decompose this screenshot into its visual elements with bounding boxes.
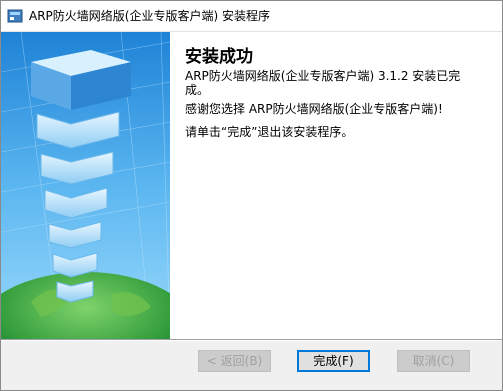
window-title: ARP防火墙网络版(企业专版客户端) 安装程序 [29, 9, 270, 23]
thanks-message: 感谢您选择 ARP防火墙网络版(企业专版客户端)! [185, 102, 443, 116]
installer-window: ARP防火墙网络版(企业专版客户端) 安装程序 安装成功 ARP防火墙网络版(企… [0, 0, 503, 391]
page-heading: 安装成功 [185, 47, 253, 67]
finish-button[interactable]: 完成(F) [297, 350, 370, 372]
installer-icon [7, 9, 23, 23]
completion-message-continued: 成。 [185, 83, 210, 97]
instruction-message: 请单击“完成”退出该安装程序。 [185, 125, 354, 139]
back-button[interactable]: < 返回(B) [198, 350, 271, 372]
completion-message: ARP防火墙网络版(企业专版客户端) 3.1.2 安装已完 [185, 69, 461, 83]
title-bar: ARP防火墙网络版(企业专版客户端) 安装程序 [1, 1, 502, 32]
wizard-content: 安装成功 ARP防火墙网络版(企业专版客户端) 3.1.2 安装已完 成。 感谢… [1, 32, 502, 339]
banner-image [1, 32, 170, 339]
cancel-button[interactable]: 取消(C) [397, 350, 470, 372]
footer-divider [1, 339, 502, 341]
